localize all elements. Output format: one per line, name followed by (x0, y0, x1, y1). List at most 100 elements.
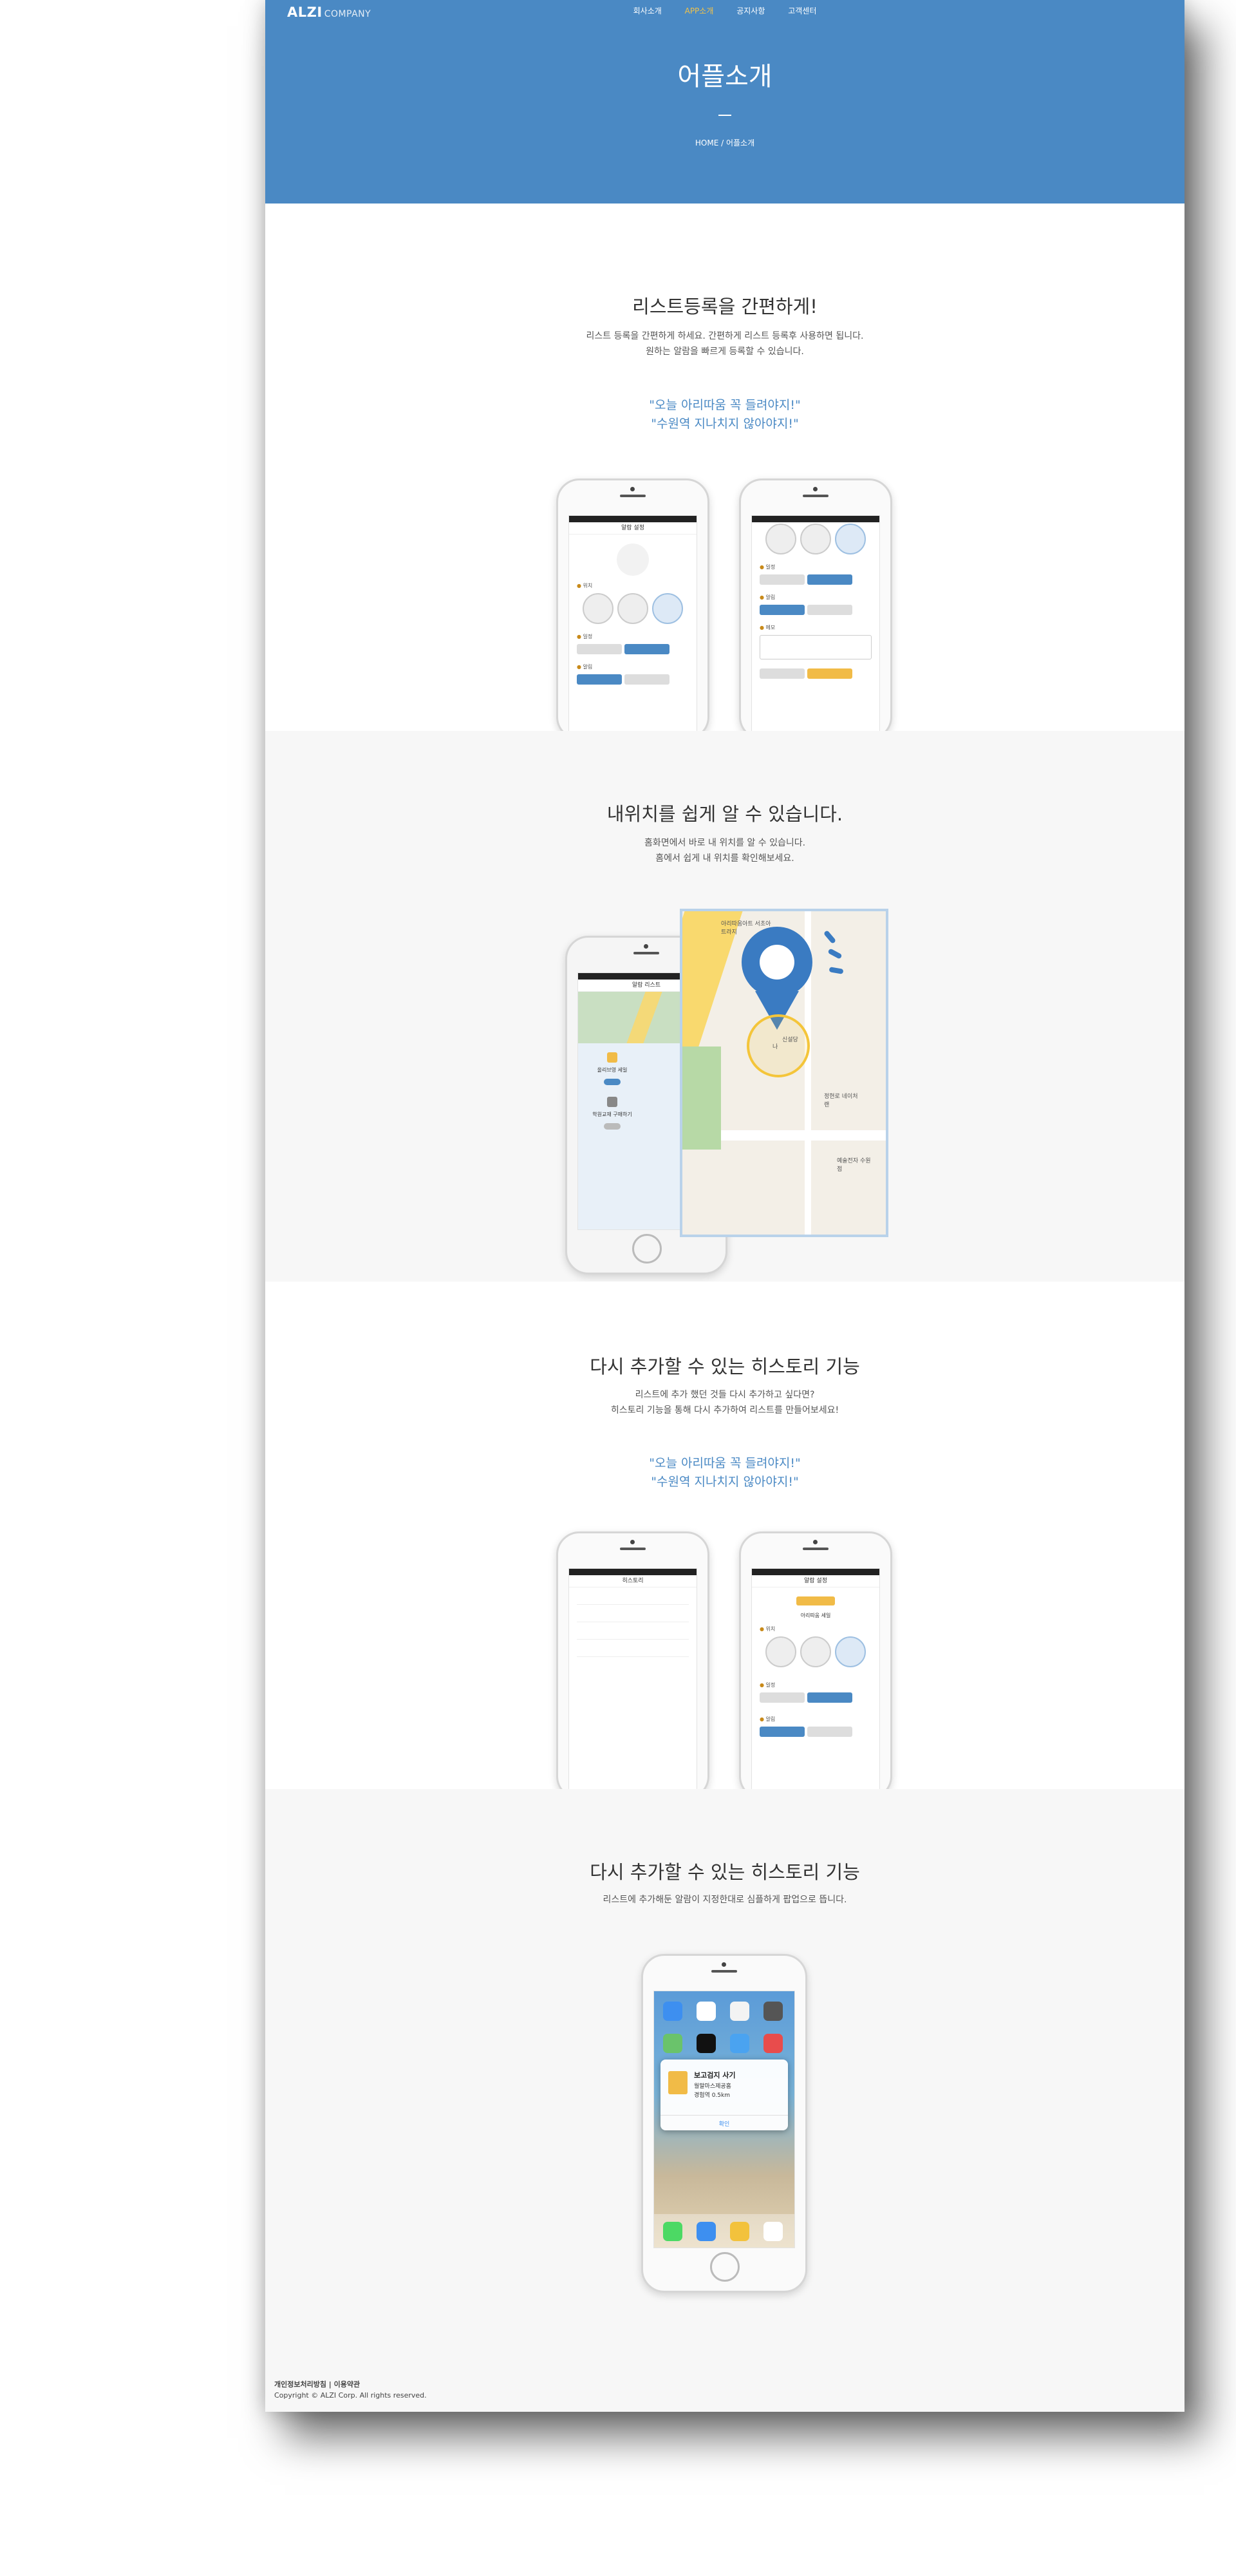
placeholder-circle (617, 544, 649, 576)
phone-screen: 알람 설정 아리따움 세일 ● 위치 ● 일정 ● 알림 (751, 1568, 880, 1797)
section-list-register: 리스트등록을 간편하게! 리스트 등록을 간편하게 하세요. 간편하게 리스트 … (265, 204, 1184, 740)
maps-app-icon[interactable] (730, 2222, 749, 2241)
music-app-icon[interactable] (763, 2222, 783, 2241)
phone-mockup-alarm-setup: 알람 설정 ● 위치 ● 일정 ● 알림 (556, 478, 709, 740)
nav-item-app[interactable]: APP소개 (685, 5, 714, 16)
camera-app-icon[interactable] (763, 2002, 783, 2021)
footer-links[interactable]: 개인정보처리방침 | 이용약관 (274, 2379, 427, 2390)
date-buttons (760, 571, 879, 587)
phone-mockup-alarm-setup-2: ● 일정 ● 알림 ● 메모 (739, 478, 892, 740)
phone-mockup-alarm-setup-3: 알람 설정 아리따움 세일 ● 위치 ● 일정 ● 알림 (739, 1531, 892, 1799)
alarm-option-button[interactable] (807, 605, 852, 615)
phone-speaker (620, 1548, 646, 1550)
quote-line2: "수원역 지나치지 않아야지!" (651, 417, 799, 431)
date-option-button[interactable] (624, 644, 670, 654)
notification-subtitle: 월말마스제공홈 (694, 2083, 731, 2090)
screen-title: 히스토리 (569, 1575, 697, 1587)
alarm-option-button[interactable] (807, 1727, 852, 1737)
map-label: 신설당 (782, 1037, 798, 1043)
location-option[interactable] (835, 524, 866, 554)
alarm-option-button[interactable] (760, 605, 805, 615)
section-popup: 다시 추가할 수 있는 히스토리 기능 리스트에 추가해둔 알람이 지정한대로 … (265, 1789, 1184, 2412)
notification-popup[interactable]: 보고검지 사기 월말마스제공홈 경험역 0.5km 확인 (660, 2060, 788, 2130)
photos-app-icon[interactable] (730, 2002, 749, 2021)
date-option-button[interactable] (807, 1692, 852, 1703)
mail-app-icon[interactable] (663, 2002, 682, 2021)
home-button (710, 2252, 740, 2282)
nav-item-support[interactable]: 고객센터 (788, 5, 816, 16)
phone-app-icon[interactable] (663, 2222, 682, 2241)
status-bar (569, 516, 697, 522)
location-option[interactable] (800, 1636, 831, 1667)
location-map[interactable]: 아리따움아트 서초아트라지 나 신설당 정현로 네이처랜 예술전자 수원점 (680, 909, 888, 1237)
section-desc-line2: 원하는 알람을 빠르게 등록할 수 있습니다. (646, 346, 804, 357)
location-option[interactable] (652, 593, 683, 624)
location-pin-icon (742, 927, 812, 998)
maps-app-icon[interactable] (663, 2034, 682, 2053)
location-option[interactable] (765, 524, 796, 554)
list-item[interactable]: 학원교재 구매하기 (578, 1085, 646, 1130)
home-button (632, 1234, 662, 1264)
location-option[interactable] (765, 1636, 796, 1667)
phone-screen: 히스토리 (568, 1568, 697, 1797)
date-buttons (577, 640, 697, 657)
section-title: 다시 추가할 수 있는 히스토리 기능 (590, 1861, 860, 1883)
date-option-button[interactable] (760, 1692, 805, 1703)
alarm-option-button[interactable] (577, 674, 622, 685)
alarm-buttons (760, 601, 879, 618)
memo-field[interactable] (760, 635, 872, 659)
notification-title: 보고검지 사기 (694, 2071, 736, 2079)
nav-item-company[interactable]: 회사소개 (633, 5, 662, 16)
toggle-switch[interactable] (604, 1123, 621, 1130)
date-option-button[interactable] (760, 574, 805, 585)
toggle-switch[interactable] (604, 1079, 621, 1085)
nav-item-notice[interactable]: 공지사항 (736, 5, 765, 16)
action-buttons (760, 665, 879, 681)
signal-wave-icon (823, 930, 837, 944)
screen-title: 알람 설정 (752, 1575, 879, 1587)
screen-title: 알람 설정 (569, 522, 697, 535)
phone-camera (630, 487, 635, 491)
phone-camera (644, 944, 648, 949)
date-option-button[interactable] (577, 644, 622, 654)
location-row: ● 위치 (760, 1626, 776, 1632)
alarm-buttons (577, 670, 697, 687)
section-my-location: 내위치를 쉽게 알 수 있습니다. 홈화면에서 바로 내 위치를 알 수 있습니… (265, 731, 1184, 1282)
phone-screen: 알람 설정 ● 위치 ● 일정 ● 알림 (568, 515, 697, 738)
location-option[interactable] (583, 593, 613, 624)
date-option-button[interactable] (807, 574, 852, 585)
section-desc-line1: 리스트에 추가 했던 것들 다시 추가하고 싶다면? (635, 1390, 815, 1400)
safari-app-icon[interactable] (697, 2222, 716, 2241)
date-buttons (760, 1689, 879, 1705)
alarm-row: ● 알림 (760, 1716, 776, 1722)
calendar-app-icon[interactable] (697, 2002, 716, 2021)
history-row[interactable] (577, 1595, 689, 1605)
weather-app-icon[interactable] (730, 2034, 749, 2053)
location-option[interactable] (800, 524, 831, 554)
news-app-icon[interactable] (763, 2034, 783, 2053)
footer: 개인정보처리방침 | 이용약관 Copyright © ALZI Corp. A… (274, 2379, 427, 2401)
date-row: ● 일정 (577, 634, 593, 639)
history-row[interactable] (577, 1630, 689, 1640)
location-options (752, 520, 879, 557)
save-button[interactable] (807, 668, 852, 679)
location-option[interactable] (617, 593, 648, 624)
phone-camera (813, 1540, 818, 1544)
quote-line1: "오늘 아리따움 꼭 들려야지!" (649, 398, 801, 412)
cancel-button[interactable] (760, 668, 805, 679)
alarm-option-button[interactable] (760, 1727, 805, 1737)
history-row[interactable] (577, 1647, 689, 1657)
location-options (569, 589, 697, 627)
history-row[interactable] (577, 1613, 689, 1622)
main-nav: 회사소개 APP소개 공지사항 고객센터 (265, 5, 1184, 16)
signal-wave-icon (827, 948, 843, 960)
book-icon (607, 1097, 617, 1107)
phone-speaker (711, 1970, 737, 1973)
phone-mockup-history: 히스토리 (556, 1531, 709, 1799)
clock-app-icon[interactable] (697, 2034, 716, 2053)
phone-speaker (803, 1548, 829, 1550)
alarm-option-button[interactable] (624, 674, 670, 685)
location-option[interactable] (835, 1636, 866, 1667)
list-item[interactable]: 올리브영 세일 (578, 1043, 646, 1085)
notification-ok-button[interactable]: 확인 (660, 2115, 788, 2128)
